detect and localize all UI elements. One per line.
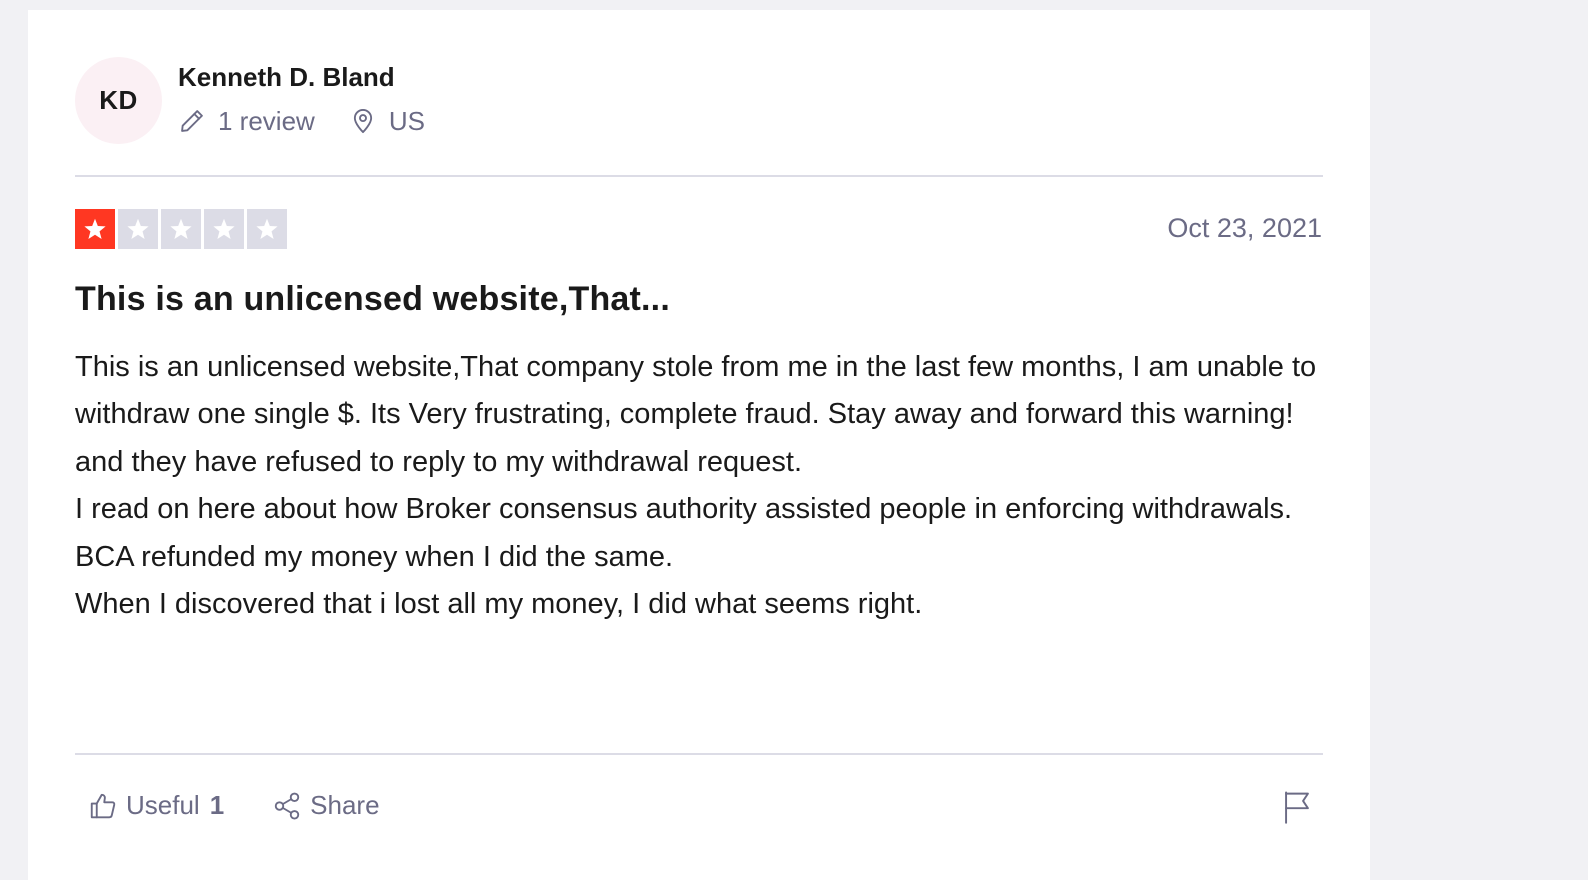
star-rating xyxy=(75,209,290,249)
consumer-header: KD Kenneth D. Bland 1 review US xyxy=(75,57,425,144)
flag-icon[interactable] xyxy=(1282,790,1312,824)
consumer-info: Kenneth D. Bland 1 review US xyxy=(178,57,425,136)
review-actions: Useful 1 Share xyxy=(88,790,380,821)
star-filled xyxy=(75,209,115,249)
star-empty xyxy=(161,209,201,249)
reviews-count: 1 review xyxy=(178,106,315,136)
country-label: US xyxy=(388,106,425,136)
useful-button[interactable]: Useful 1 xyxy=(88,790,224,821)
pencil-icon xyxy=(181,110,203,132)
star-icon xyxy=(84,218,106,239)
consumer-name[interactable]: Kenneth D. Bland xyxy=(178,60,425,94)
reviews-count-label: 1 review xyxy=(218,106,315,136)
thumbs-up-icon xyxy=(90,793,116,818)
star-empty xyxy=(118,209,158,249)
star-icon xyxy=(256,218,278,239)
footer-divider xyxy=(75,753,1323,755)
consumer-meta: 1 review US xyxy=(178,106,425,136)
share-label: Share xyxy=(310,790,380,820)
map-pin-icon xyxy=(353,109,372,134)
star-icon xyxy=(170,218,192,239)
review-body: This is an unlicensed website,That compa… xyxy=(75,351,1317,621)
consumer-location: US xyxy=(349,106,425,136)
star-empty xyxy=(204,209,244,249)
share-button[interactable]: Share xyxy=(272,790,380,821)
review-date: Oct 23, 2021 xyxy=(1167,213,1322,243)
review-card: KD Kenneth D. Bland 1 review US Oct 23, … xyxy=(28,10,1370,880)
share-icon xyxy=(274,792,300,819)
star-icon xyxy=(127,218,149,239)
star-empty xyxy=(247,209,287,249)
useful-count: 1 xyxy=(209,790,225,820)
review-title[interactable]: This is an unlicensed website,That... xyxy=(75,280,670,319)
star-icon xyxy=(213,218,235,239)
avatar-initials: KD xyxy=(99,85,138,115)
useful-label: Useful xyxy=(126,790,200,820)
avatar[interactable]: KD xyxy=(75,57,162,144)
header-divider xyxy=(75,175,1323,177)
